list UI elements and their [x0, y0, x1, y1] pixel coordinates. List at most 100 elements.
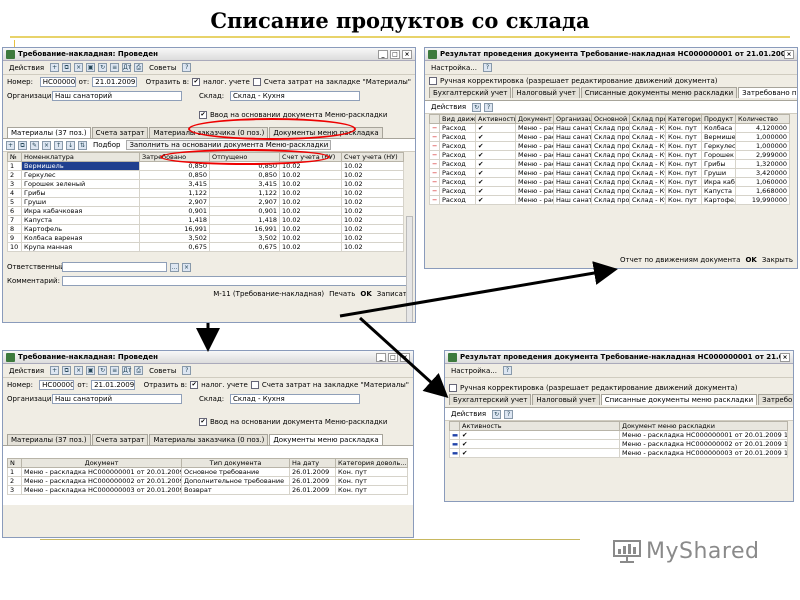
help-icon[interactable]: ?	[484, 102, 494, 112]
close-icon[interactable]: ×	[780, 352, 790, 362]
tab-written-off[interactable]: Списанные документы меню раскладки	[600, 394, 758, 405]
table-row[interactable]: −Расход✔Меню - раскл...Наш санато...Скла…	[429, 150, 790, 160]
col-activity[interactable]: Активность	[459, 421, 620, 431]
materials-scrollbar[interactable]	[406, 216, 413, 322]
tab-accounting[interactable]: Бухгалтерский учет	[429, 87, 512, 98]
col-document[interactable]: Документ	[21, 458, 182, 468]
table-row[interactable]: 2 Геркулес 0,850 0,850 10.02 10.02	[7, 170, 404, 180]
table-row[interactable]: ▬ ✔ Меню - раскладка НС000000001 от 20.01.…	[449, 430, 788, 440]
table-row[interactable]: 4 Грибы 1,122 1,122 10.02 10.02	[7, 188, 404, 198]
tax-checkbox[interactable]: ✔	[190, 381, 199, 389]
col-category[interactable]: Категория д...	[665, 114, 702, 124]
actions-menu[interactable]: Действия	[6, 63, 47, 73]
settings-menu[interactable]: Настройка...	[428, 63, 480, 73]
table-row[interactable]: −Расход✔Меню - раскл...Наш санато...Скла…	[429, 159, 790, 169]
close-button[interactable]: Закрыть	[762, 256, 793, 264]
warehouse-field[interactable]: Склад - Кухня	[230, 91, 360, 101]
refresh-icon[interactable]: ↻	[98, 63, 108, 72]
m11-button[interactable]: М-11 (Требование-накладная)	[213, 290, 324, 298]
col-main-warehouse[interactable]: Основной ск...	[591, 114, 630, 124]
ok-button[interactable]: OK	[745, 256, 756, 264]
ok-button[interactable]: OK	[360, 290, 371, 298]
tab-cost-accounts[interactable]: Счета затрат	[91, 127, 149, 138]
minimize-icon[interactable]: _	[378, 49, 388, 59]
row-copy-icon[interactable]: ⧉	[18, 140, 27, 150]
minimize-icon[interactable]: _	[376, 352, 386, 362]
table-row[interactable]: −Расход✔Меню - раскл...Наш санато...Скла…	[429, 123, 790, 133]
col-quantity[interactable]: Количество	[735, 114, 790, 124]
save-icon[interactable]: ▣	[86, 366, 96, 375]
window-titlebar[interactable]: Результат проведения документа Требовани…	[445, 351, 793, 364]
col-doc-type[interactable]: Тип документа	[181, 458, 290, 468]
table-row[interactable]: ▬ ✔ Меню - раскладка НС000000003 от 20.01.…	[449, 448, 788, 458]
tab-materials[interactable]: Материалы (37 поз.)	[7, 434, 91, 445]
report-button[interactable]: Отчет по движениям документа	[620, 256, 740, 264]
tab-accounting[interactable]: Бухгалтерский учет	[449, 394, 532, 405]
col-on-date[interactable]: На дату	[289, 458, 336, 468]
col-nomenclature[interactable]: Номенклатура	[21, 152, 140, 162]
col-movement-kind[interactable]: Вид движения	[439, 114, 476, 124]
table-row[interactable]: 9 Колбаса вареная 3,502 3,502 10.02 10.02	[7, 233, 404, 243]
tab-requested-products[interactable]: Затребовано продуктов	[758, 394, 793, 405]
col-account-nu[interactable]: Счет учета (НУ)	[341, 152, 404, 162]
col-menu-document[interactable]: Документ меню раскладки	[619, 421, 788, 431]
tab-written-off[interactable]: Списанные документы меню раскладки	[580, 87, 738, 98]
table-row[interactable]: 8 Картофель 16,991 16,991 10.02 10.02	[7, 224, 404, 234]
number-field[interactable]: НС000000001	[39, 77, 76, 87]
row-add-icon[interactable]: +	[6, 140, 15, 150]
actions-menu[interactable]: Действия	[428, 102, 469, 112]
col-category[interactable]: Категория доволь...	[335, 458, 408, 468]
org-field[interactable]: Наш санаторий	[52, 91, 182, 101]
responsible-field[interactable]	[62, 262, 167, 272]
refresh-icon[interactable]: ↻	[492, 409, 502, 419]
tab-tax[interactable]: Налоговый учет	[532, 394, 600, 405]
print-icon[interactable]: ⎙	[134, 366, 144, 375]
table-row[interactable]: 6 Икра кабачковая 0,901 0,901 10.02 10.02	[7, 206, 404, 216]
org-field[interactable]: Наш санаторий	[52, 394, 182, 404]
help-icon[interactable]: ?	[182, 366, 192, 375]
pick-button[interactable]: Подбор	[90, 140, 123, 150]
delete-icon[interactable]: ×	[74, 63, 84, 72]
tab-requested-products[interactable]: Затребовано продуктов	[738, 87, 797, 98]
delete-icon[interactable]: ×	[74, 366, 84, 375]
table-row[interactable]: −Расход✔Меню - раскл...Наш санато...Скла…	[429, 186, 790, 196]
window-titlebar[interactable]: Требование-накладная: Проведен _ □ ×	[3, 48, 415, 61]
window-titlebar[interactable]: Требование-накладная: Проведен _ □ ×	[3, 351, 413, 364]
date-field[interactable]: 21.01.2009 11:16:08	[92, 77, 137, 87]
select-icon[interactable]: …	[170, 262, 179, 272]
tax-checkbox[interactable]: ✔	[192, 78, 201, 86]
maximize-icon[interactable]: □	[390, 49, 400, 59]
settings-menu[interactable]: Настройка...	[448, 366, 500, 376]
comment-field[interactable]	[62, 276, 410, 286]
tab-menu-documents[interactable]: Документы меню раскладка	[269, 434, 383, 445]
table-row[interactable]: 7 Капуста 1,418 1,418 10.02 10.02	[7, 215, 404, 225]
save-icon[interactable]: ▣	[86, 63, 96, 72]
copy-icon[interactable]: ⧉	[62, 366, 72, 375]
tab-materials[interactable]: Материалы (37 поз.)	[7, 127, 91, 138]
help-icon[interactable]: ?	[482, 63, 492, 72]
add-icon[interactable]: +	[50, 63, 60, 72]
date-field[interactable]: 21.01.2009 11:16:08	[91, 380, 135, 390]
col-posting-warehouse[interactable]: Склад прове...	[629, 114, 666, 124]
help-icon[interactable]: ?	[182, 63, 192, 72]
table-row[interactable]: ▬ ✔ Меню - раскладка НС000000002 от 20.01.…	[449, 439, 788, 449]
col-document[interactable]: Документ	[515, 114, 554, 124]
col-n[interactable]: N	[7, 458, 22, 468]
structure-icon[interactable]: ≡	[110, 366, 120, 375]
advice-button[interactable]: Советы	[146, 63, 179, 73]
row-up-icon[interactable]: ↑	[54, 140, 63, 150]
clear-icon[interactable]: ×	[182, 262, 191, 272]
refresh-icon[interactable]: ↻	[98, 366, 108, 375]
cost-checkbox[interactable]	[252, 78, 261, 86]
close-icon[interactable]: ×	[402, 49, 412, 59]
actions-menu[interactable]: Действия	[6, 366, 47, 376]
table-row[interactable]: 1 Меню - раскладка НС000000001 от 20.01.2…	[7, 467, 408, 477]
menu-basis-checkbox[interactable]: ✔	[199, 418, 207, 426]
close-icon[interactable]: ×	[784, 49, 794, 59]
manual-checkbox[interactable]	[449, 384, 457, 392]
col-product[interactable]: Продукт	[701, 114, 736, 124]
table-row[interactable]: 10 Крупа манная 0,675 0,675 10.02 10.02	[7, 242, 404, 252]
tab-customer-materials[interactable]: Материалы заказчика (0 поз.)	[149, 434, 269, 445]
debit-credit-icon[interactable]: Дт	[122, 366, 131, 375]
debit-credit-icon[interactable]: Дт	[122, 63, 131, 72]
